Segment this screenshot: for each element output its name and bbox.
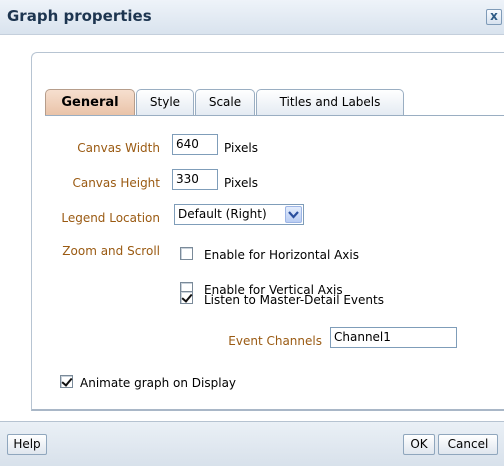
dialog-title: Graph properties	[7, 7, 152, 25]
close-icon: x	[490, 9, 498, 23]
animate-label: Animate graph on Display	[80, 376, 237, 390]
canvas-width-label: Canvas Width	[77, 141, 160, 155]
master-detail-label: Listen to Master-Detail Events	[204, 293, 384, 307]
general-panel	[31, 52, 504, 411]
horizontal-axis-checkbox[interactable]	[180, 247, 193, 260]
zoom-scroll-label: Zoom and Scroll	[62, 244, 160, 258]
dialog-footer: Help OK Cancel	[0, 421, 504, 466]
horizontal-axis-label: Enable for Horizontal Axis	[204, 248, 359, 262]
dialog-titlebar: Graph properties x	[0, 0, 504, 35]
canvas-height-input[interactable]: 330	[172, 169, 218, 190]
chevron-down-icon[interactable]	[285, 206, 302, 223]
legend-location-label: Legend Location	[61, 211, 160, 225]
event-channels-input[interactable]: Channel1	[330, 327, 457, 348]
canvas-width-unit: Pixels	[224, 141, 259, 155]
close-button[interactable]: x	[486, 9, 502, 25]
animate-checkbox[interactable]	[60, 375, 73, 388]
canvas-width-input[interactable]: 640	[172, 134, 218, 155]
legend-location-value: Default (Right)	[178, 207, 267, 221]
help-button[interactable]: Help	[7, 434, 47, 455]
canvas-height-label: Canvas Height	[72, 176, 160, 190]
canvas-height-unit: Pixels	[224, 176, 259, 190]
master-detail-checkbox[interactable]	[180, 291, 193, 304]
ok-button[interactable]: OK	[403, 434, 435, 455]
legend-location-select[interactable]: Default (Right)	[174, 204, 304, 225]
cancel-button[interactable]: Cancel	[438, 434, 498, 455]
event-channels-label: Event Channels	[228, 334, 322, 348]
